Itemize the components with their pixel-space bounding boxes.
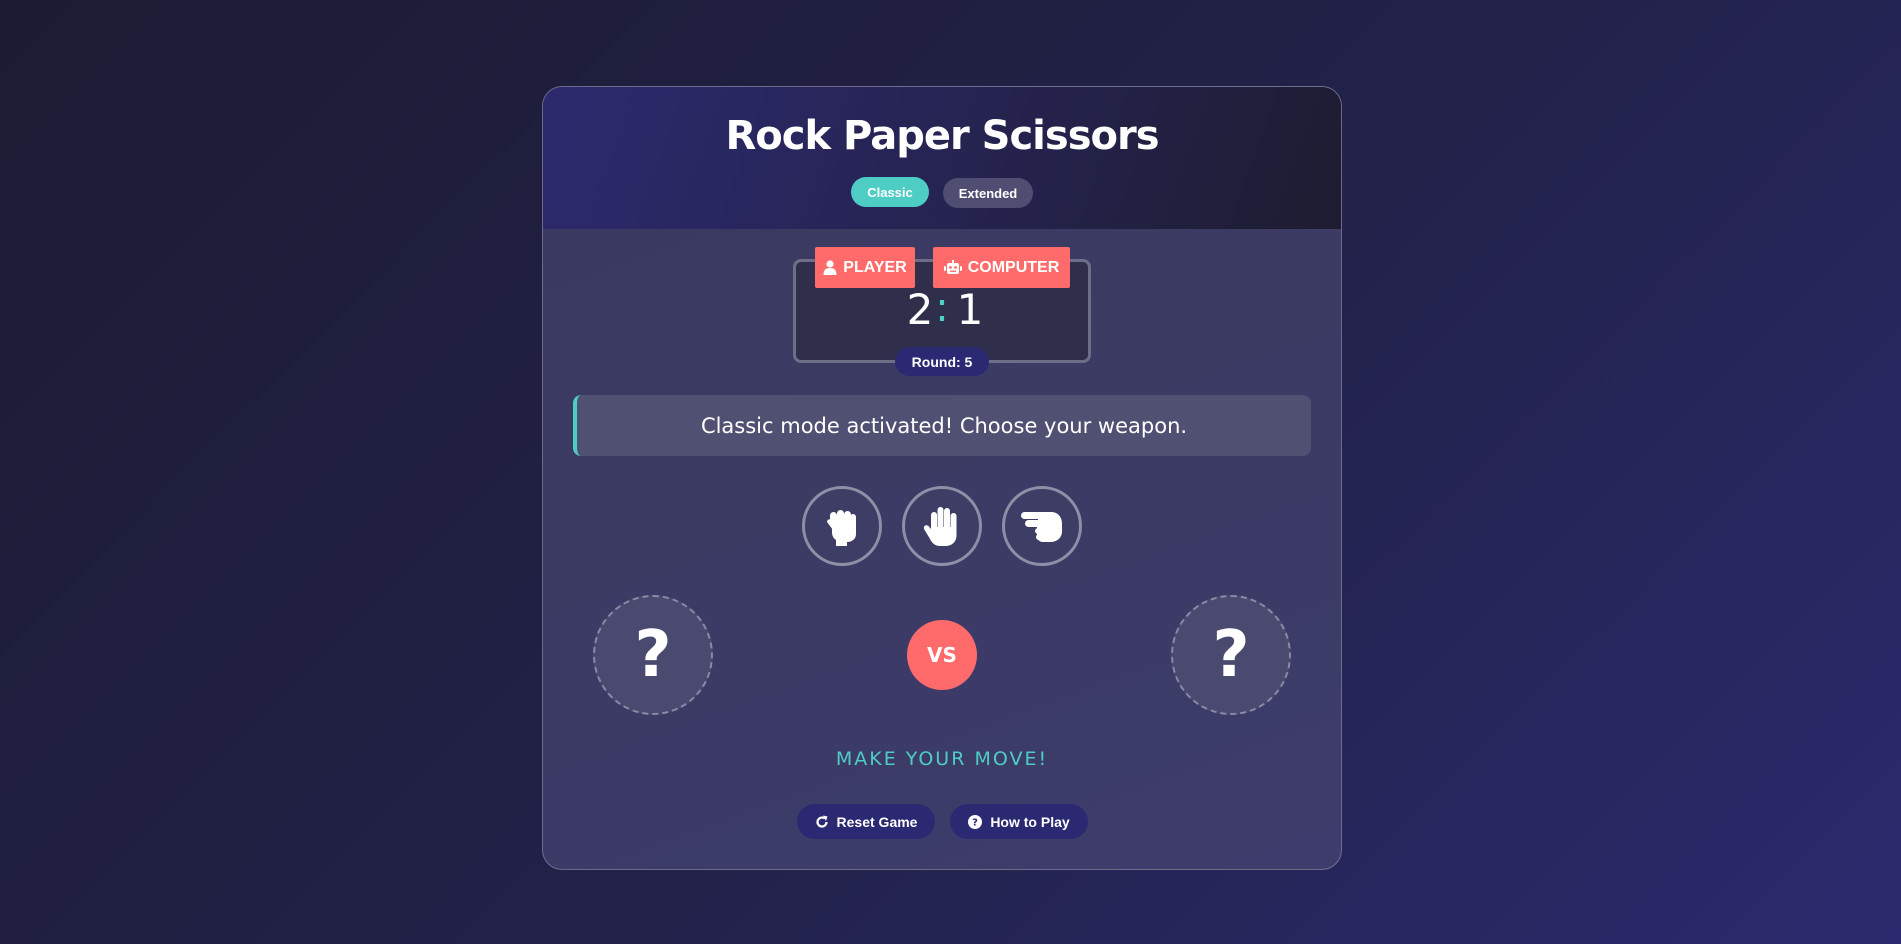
rock-button[interactable] bbox=[802, 486, 882, 566]
round-badge: Round: 5 bbox=[895, 347, 989, 376]
reset-game-label: Reset Game bbox=[836, 813, 918, 830]
user-icon bbox=[823, 260, 837, 275]
scissors-button[interactable] bbox=[1002, 486, 1082, 566]
redo-icon bbox=[815, 815, 829, 829]
computer-score: 1 bbox=[956, 285, 984, 334]
player-label-text: PLAYER bbox=[843, 258, 907, 276]
result-text: MAKE YOUR MOVE! bbox=[835, 748, 1049, 770]
game-card: Rock Paper Scissors Classic Extended PLA… bbox=[542, 86, 1342, 870]
hand-rock-icon bbox=[824, 506, 860, 546]
status-message: Classic mode activated! Choose your weap… bbox=[573, 395, 1311, 456]
svg-text:?: ? bbox=[972, 817, 978, 828]
hand-paper-icon bbox=[922, 505, 962, 547]
paper-button[interactable] bbox=[902, 486, 982, 566]
hand-scissors-icon bbox=[1021, 509, 1063, 543]
robot-icon bbox=[943, 260, 962, 275]
computer-label: COMPUTER bbox=[933, 247, 1070, 288]
player-choice: ? bbox=[593, 595, 713, 715]
mode-classic-button[interactable]: Classic bbox=[851, 177, 929, 207]
vs-badge: VS bbox=[907, 620, 977, 690]
mode-extended-button[interactable]: Extended bbox=[943, 178, 1033, 208]
computer-label-text: COMPUTER bbox=[967, 258, 1060, 276]
player-label: PLAYER bbox=[815, 247, 915, 288]
question-circle-icon: ? bbox=[968, 814, 983, 829]
game-header: Rock Paper Scissors Classic Extended bbox=[543, 87, 1341, 229]
how-to-play-button[interactable]: ? How to Play bbox=[950, 804, 1088, 839]
reset-game-button[interactable]: Reset Game bbox=[797, 804, 935, 839]
how-to-play-label: How to Play bbox=[990, 813, 1070, 830]
computer-choice: ? bbox=[1171, 595, 1291, 715]
page-title: Rock Paper Scissors bbox=[725, 113, 1159, 159]
